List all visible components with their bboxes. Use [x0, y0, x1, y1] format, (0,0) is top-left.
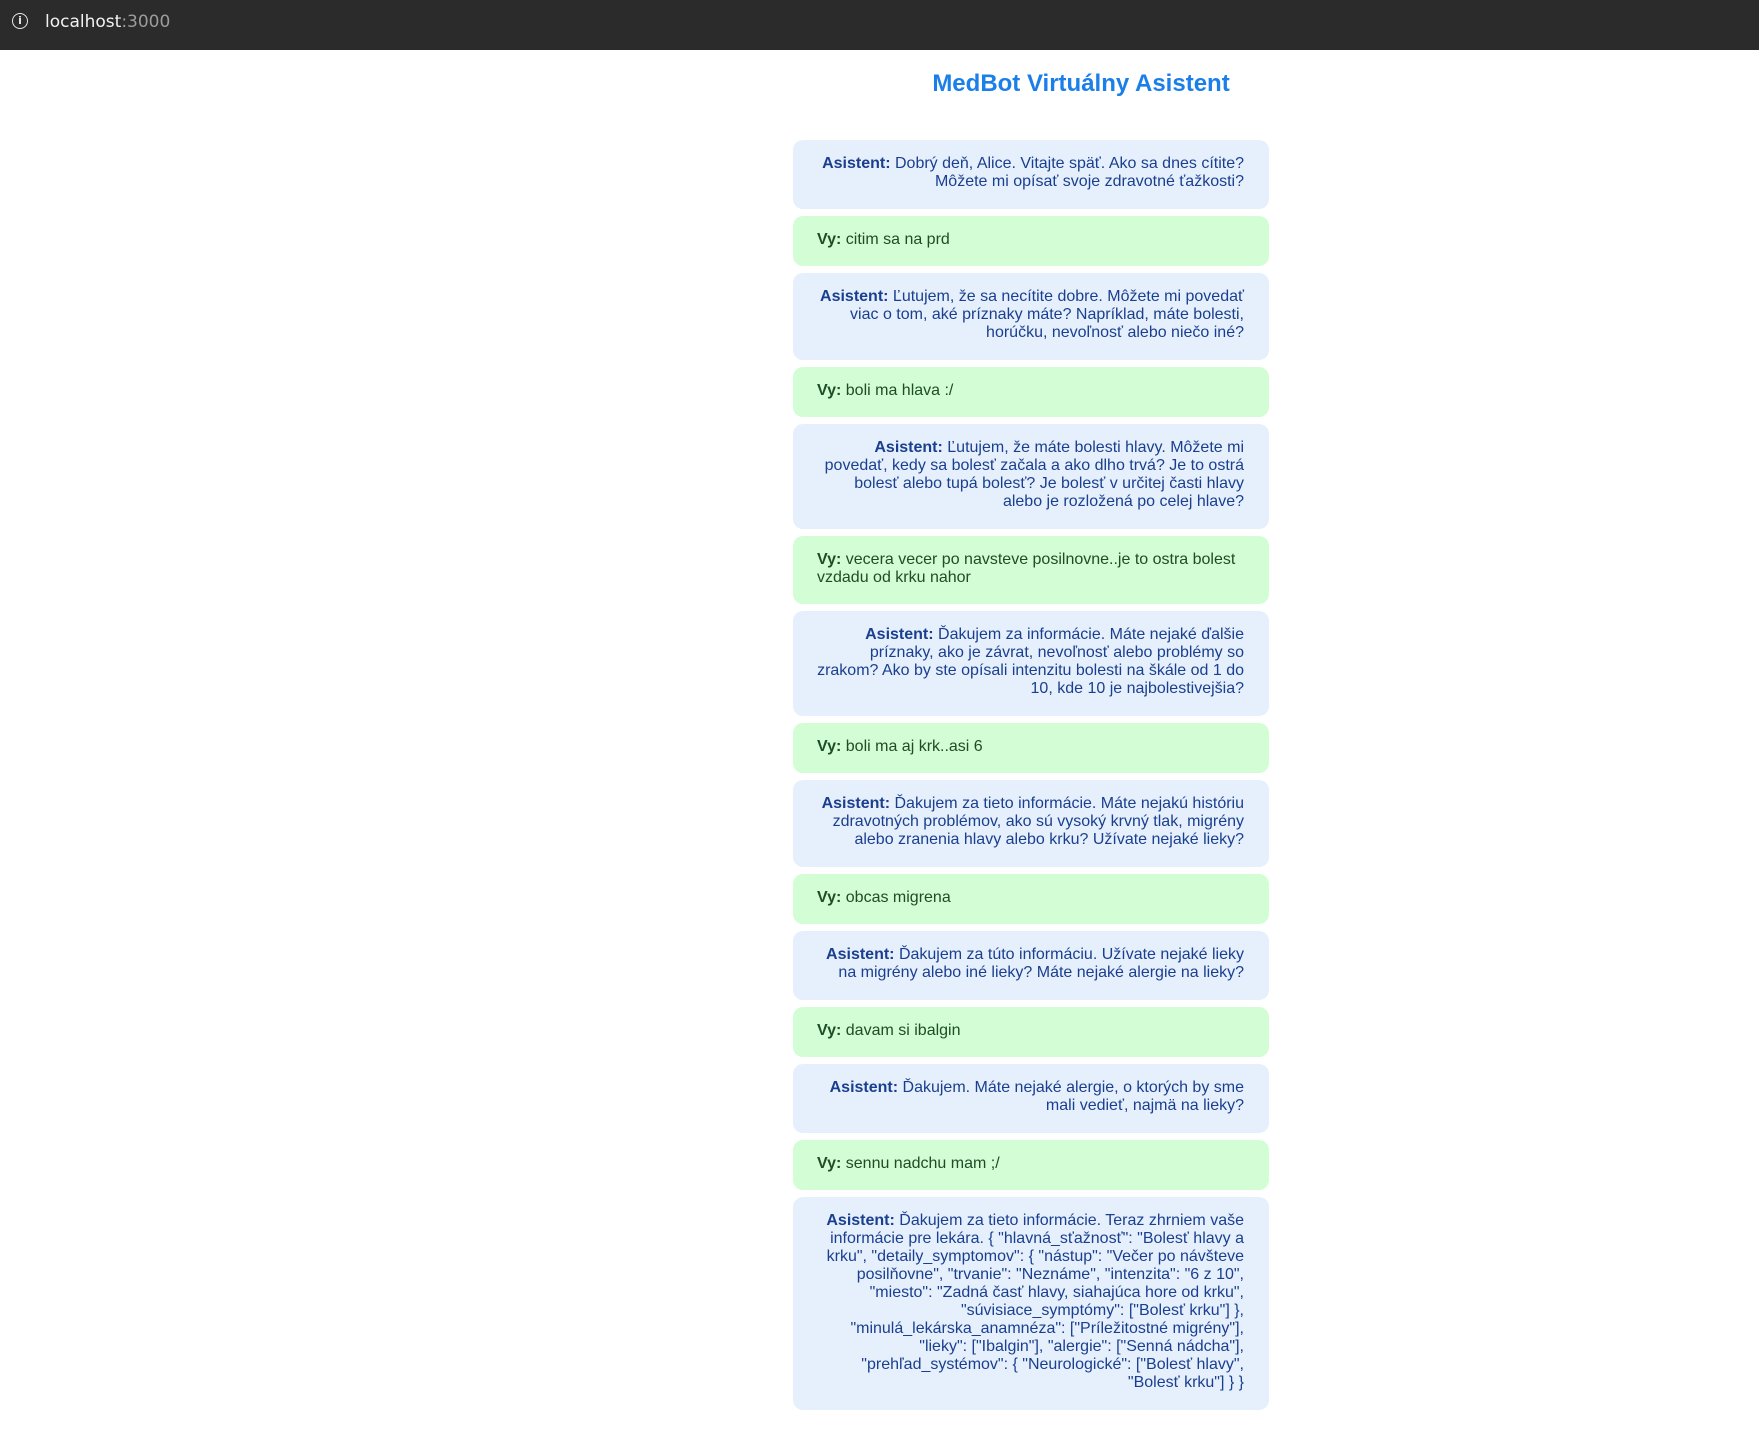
message-speaker: Vy: [817, 1022, 842, 1039]
page-title: MedBot Virtuálny Asistent [932, 70, 1230, 97]
message-speaker: Asistent: [829, 1079, 899, 1096]
user-message: Vy: sennu nadchu mam ;/ [793, 1140, 1269, 1190]
assistant-message: Asistent: Ľutujem, že máte bolesti hlavy… [793, 424, 1269, 529]
message-speaker: Asistent: [865, 626, 934, 643]
message-speaker: Asistent: [826, 1212, 895, 1229]
message-speaker: Asistent: [821, 795, 891, 812]
user-message: Vy: citim sa na prd [793, 216, 1269, 266]
message-text: boli ma aj krk..asi 6 [845, 738, 983, 755]
url-host: localhost [45, 12, 122, 32]
message-text: davam si ibalgin [845, 1022, 961, 1039]
assistant-message: Asistent: Ďakujem za tieto informácie. T… [793, 1197, 1269, 1410]
assistant-message: Asistent: Ďakujem. Máte nejaké alergie, … [793, 1064, 1269, 1133]
message-speaker: Vy: [817, 382, 842, 399]
message-speaker: Vy: [817, 738, 842, 755]
message-text: Dobrý deň, Alice. Vitajte späť. Ako sa d… [894, 155, 1244, 190]
page-content: MedBot Virtuálny Asistent Asistent: Dobr… [0, 50, 1759, 1444]
message-text: boli ma hlava :/ [845, 382, 954, 399]
assistant-message: Asistent: Ďakujem za tieto informácie. M… [793, 780, 1269, 867]
message-text: obcas migrena [845, 889, 951, 906]
user-message: Vy: boli ma aj krk..asi 6 [793, 723, 1269, 773]
message-speaker: Asistent: [826, 946, 895, 963]
browser-address-bar[interactable]: i localhost:3000 [0, 0, 1759, 50]
message-speaker: Asistent: [822, 155, 891, 172]
message-text: vecera vecer po navsteve posilnovne..je … [817, 551, 1236, 586]
message-speaker: Vy: [817, 889, 842, 906]
user-message: Vy: obcas migrena [793, 874, 1269, 924]
message-speaker: Vy: [817, 1155, 842, 1172]
message-speaker: Asistent: [820, 288, 889, 305]
message-text: Ďakujem za tieto informácie. Teraz zhrni… [826, 1212, 1244, 1391]
message-text: Ďakujem. Máte nejaké alergie, o ktorých … [902, 1079, 1244, 1114]
url-text[interactable]: localhost:3000 [45, 12, 170, 32]
message-text: Ďakujem za tieto informácie. Máte nejakú… [832, 795, 1244, 848]
chat-log: Asistent: Dobrý deň, Alice. Vitajte späť… [793, 140, 1269, 1417]
url-port: :3000 [121, 12, 171, 32]
assistant-message: Asistent: Dobrý deň, Alice. Vitajte späť… [793, 140, 1269, 209]
user-message: Vy: boli ma hlava :/ [793, 367, 1269, 417]
message-text: Ďakujem za túto informáciu. Užívate neja… [838, 946, 1244, 981]
message-speaker: Vy: [817, 551, 842, 568]
user-message: Vy: vecera vecer po navsteve posilnovne.… [793, 536, 1269, 604]
message-text: sennu nadchu mam ;/ [845, 1155, 1000, 1172]
assistant-message: Asistent: Ďakujem za informácie. Máte ne… [793, 611, 1269, 716]
assistant-message: Asistent: Ľutujem, že sa necítite dobre.… [793, 273, 1269, 360]
site-info-icon[interactable]: i [12, 13, 28, 29]
assistant-message: Asistent: Ďakujem za túto informáciu. Už… [793, 931, 1269, 1000]
message-text: Ľutujem, že sa necítite dobre. Môžete mi… [850, 288, 1244, 341]
message-speaker: Vy: [817, 231, 842, 248]
message-speaker: Asistent: [874, 439, 943, 456]
user-message: Vy: davam si ibalgin [793, 1007, 1269, 1057]
message-text: citim sa na prd [845, 231, 950, 248]
